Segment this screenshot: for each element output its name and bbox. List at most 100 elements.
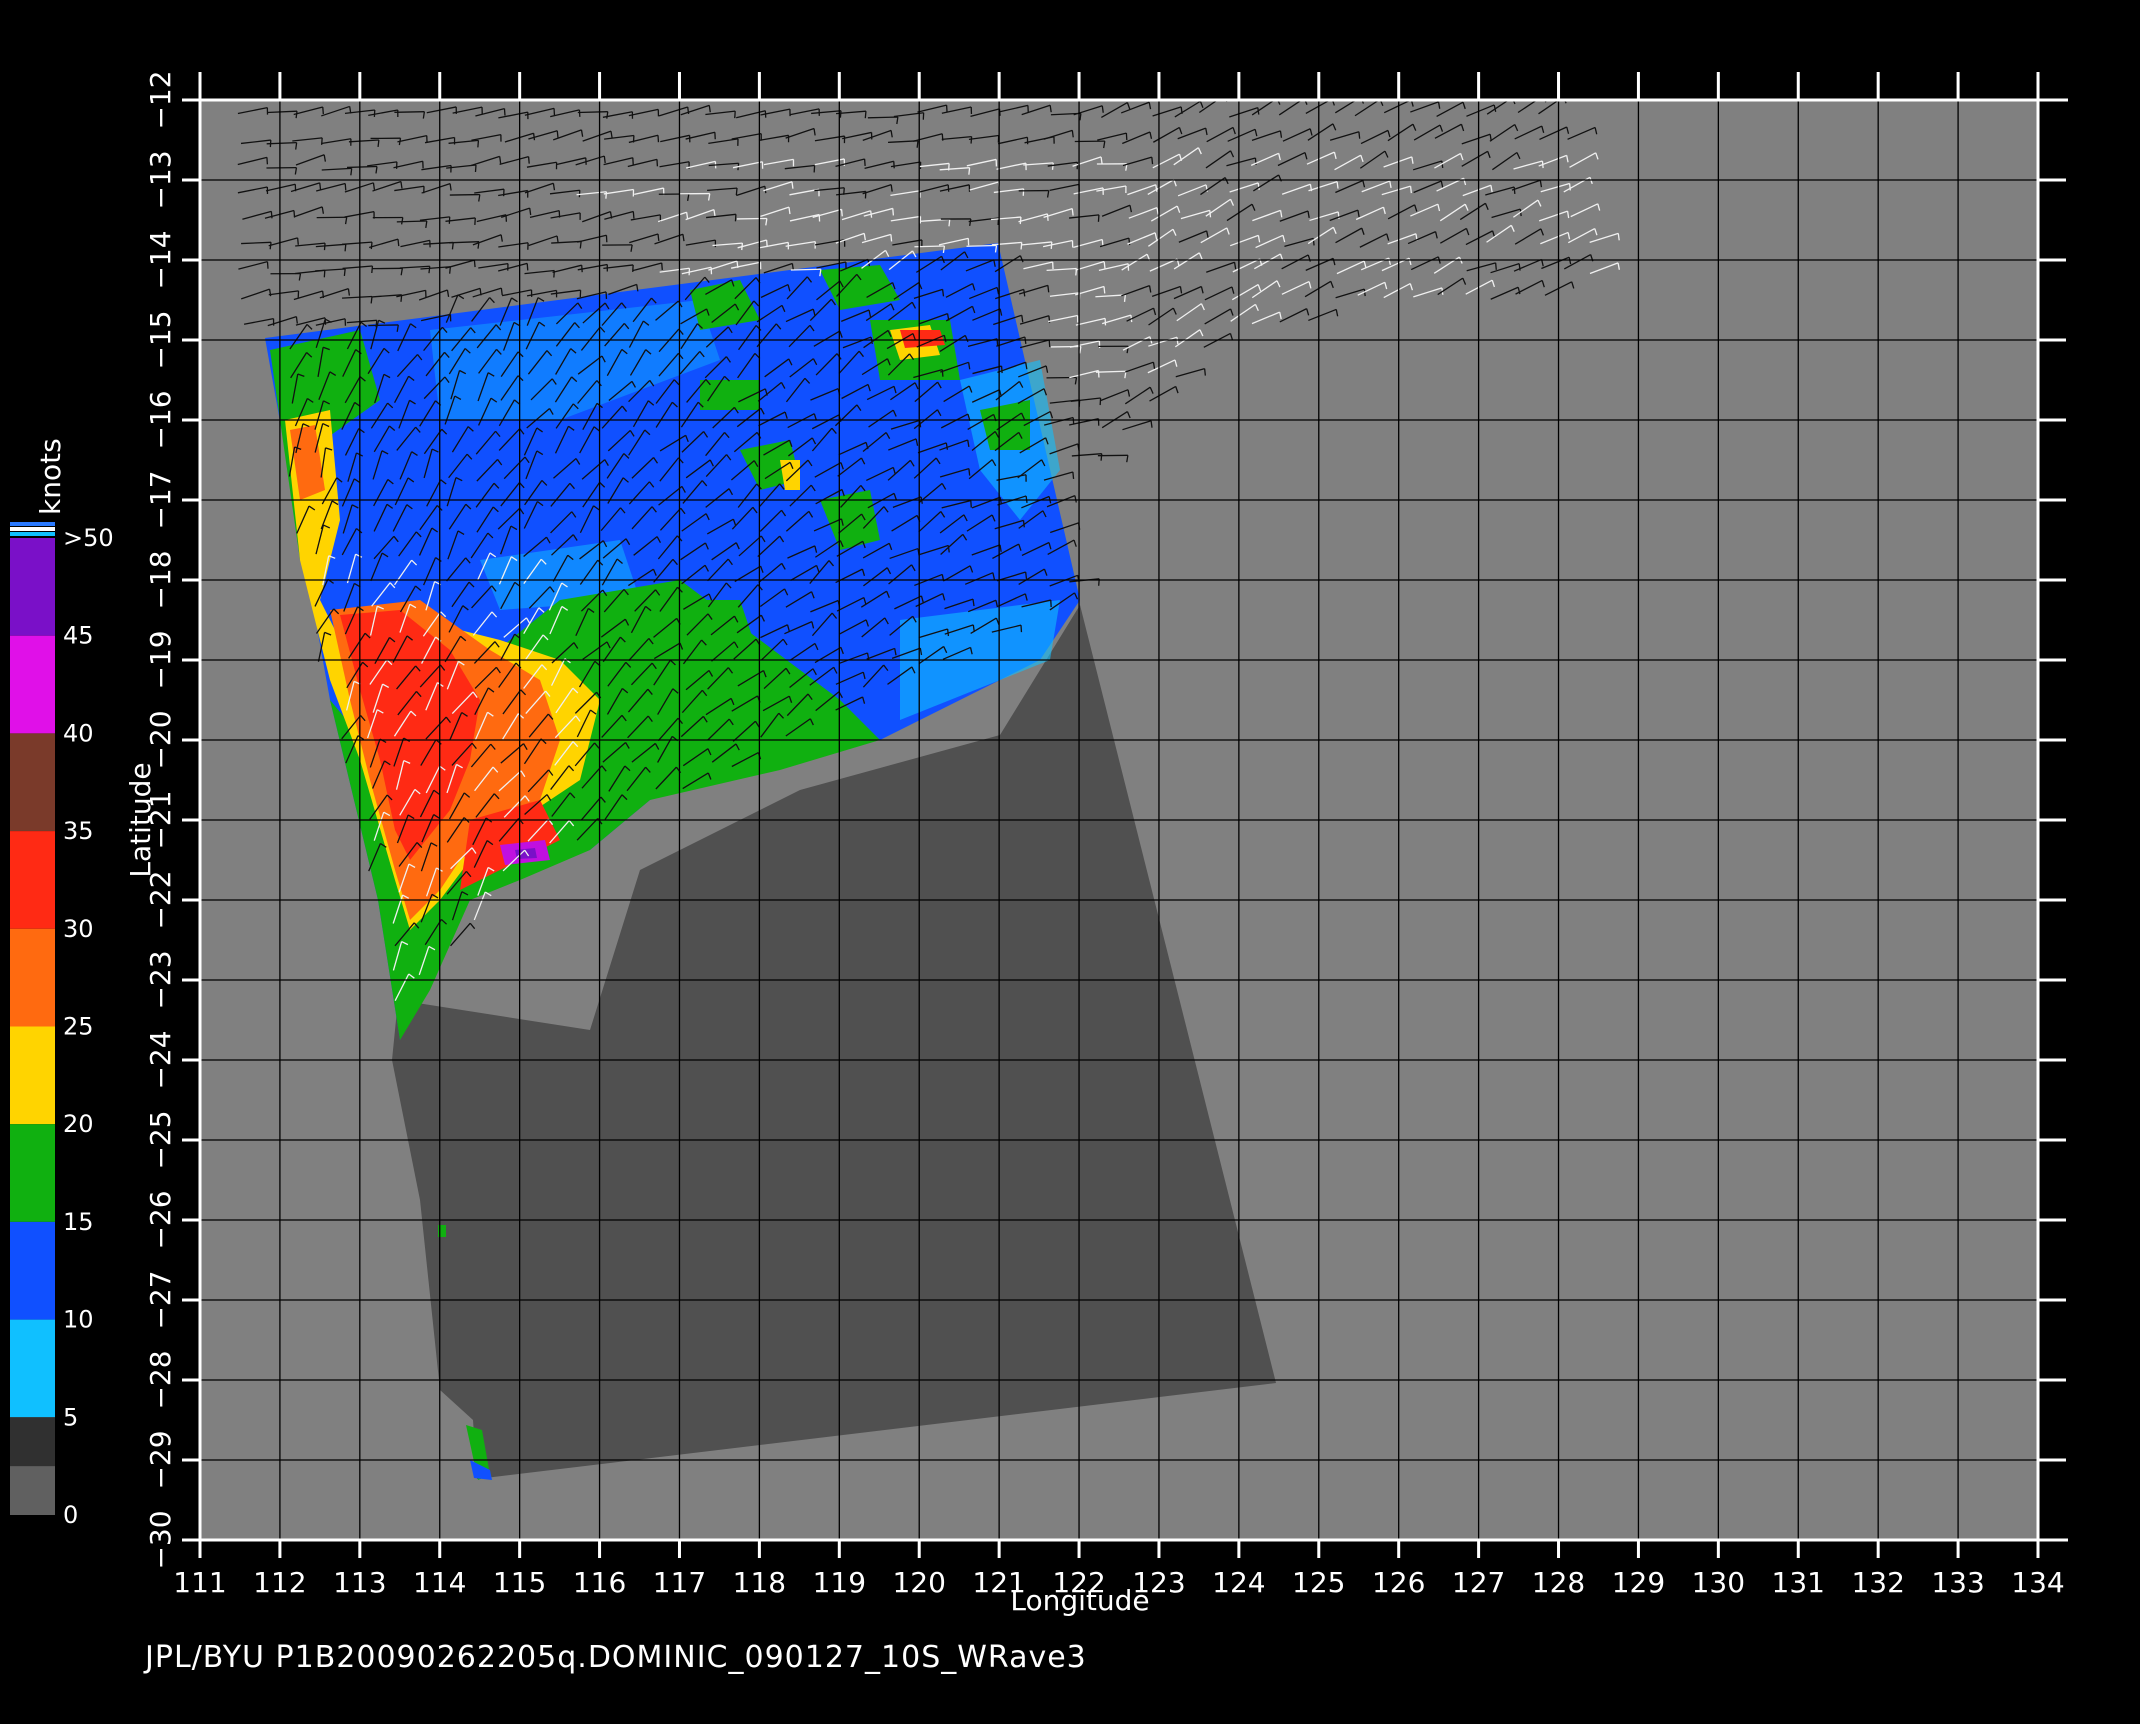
wind-barb-flag (475, 165, 476, 172)
colorbar-tick-label: 15 (63, 1208, 94, 1236)
wind-barb-flag (971, 501, 972, 508)
wind-barb-flag (372, 266, 373, 273)
wind-barb (394, 112, 424, 113)
colorbar-band (10, 733, 55, 831)
colorbar-tick-label: 45 (63, 622, 94, 650)
wind-barb-flag (1080, 113, 1081, 120)
wind-barb-flag (865, 159, 866, 166)
wind-barb (368, 325, 398, 326)
wind-barb-flag (298, 238, 299, 245)
wind-barb-flag (271, 211, 272, 218)
lon-tick-label: 127 (1452, 1566, 1505, 1599)
wind-barb-flag (893, 208, 894, 215)
lon-tick-label: 117 (653, 1566, 706, 1599)
wind-barb-flag (580, 241, 581, 248)
lat-tick-label: −27 (144, 1270, 177, 1329)
wind-barb-flag (296, 317, 297, 324)
lat-tick-label: −13 (144, 150, 177, 209)
wind-barb-flag (1570, 183, 1571, 190)
product-identifier: JPL/BYU P1B20090262205q.DOMINIC_090127_1… (145, 1640, 1087, 1675)
colorbar-tick-label: 5 (63, 1403, 78, 1431)
wind-barb-flag (450, 267, 451, 274)
lon-tick-label: 113 (333, 1566, 386, 1599)
wind-barb-flag (398, 239, 399, 246)
wind-barb-flag (842, 209, 843, 216)
wind-barb-flag (527, 263, 528, 270)
wind-map-canvas: 1111121131141151161171181191201211221231… (0, 0, 2140, 1720)
colorbar-tick-label: 0 (63, 1501, 78, 1529)
lon-tick-label: 128 (1532, 1566, 1585, 1599)
colorbar-band (10, 1027, 55, 1125)
lon-tick-label: 124 (1212, 1566, 1265, 1599)
lon-tick-label: 111 (173, 1566, 226, 1599)
lon-tick-label: 112 (253, 1566, 306, 1599)
lat-tick-label: −19 (144, 630, 177, 689)
colorbar-band (10, 929, 55, 1027)
wind-barb-flag (1026, 572, 1027, 579)
wind-barb-flag (1151, 421, 1152, 428)
lat-tick-label: −22 (144, 870, 177, 929)
colorbar-band (10, 1320, 55, 1418)
wind-barb-flag (969, 168, 970, 175)
colorbar-cap-stripe (10, 532, 55, 536)
colorbar-tick-label: 25 (63, 1013, 94, 1041)
colorbar-cap-stripe (10, 527, 55, 531)
wind-barb-flag (501, 288, 502, 295)
lon-tick-label: 133 (1931, 1566, 1984, 1599)
wind-barb-flag (1073, 472, 1074, 479)
wind-barb-flag (606, 192, 607, 199)
wind-barb-flag (267, 262, 268, 269)
lon-tick-label: 116 (573, 1566, 626, 1599)
lat-tick-label: −29 (144, 1430, 177, 1489)
wind-barb-flag (971, 137, 972, 144)
lat-tick-label: −28 (144, 1350, 177, 1409)
lon-tick-label: 130 (1692, 1566, 1745, 1599)
colorbar-band (10, 1124, 55, 1222)
wind-barb (347, 167, 377, 168)
wind-barb-flag (1021, 242, 1022, 249)
lon-tick-label: 129 (1612, 1566, 1665, 1599)
wind-barb-flag (1053, 163, 1054, 170)
lon-tick-label: 119 (813, 1566, 866, 1599)
wind-barb-flag (500, 156, 501, 163)
wind-barb (868, 117, 898, 118)
wind-barb-flag (633, 211, 634, 218)
wind-barb-flag (736, 188, 737, 195)
lat-tick-label: −23 (144, 950, 177, 1009)
wind-barb-flag (1104, 262, 1105, 269)
wind-barb-flag (865, 111, 866, 118)
wind-barb-flag (1359, 132, 1360, 139)
lat-tick-label: −17 (144, 470, 177, 529)
wind-barb-flag (1049, 340, 1050, 347)
wind-barb-flag (344, 269, 345, 276)
lon-tick-label: 114 (413, 1566, 466, 1599)
wind-barb-flag (320, 183, 321, 190)
wind-barb-flag (452, 242, 453, 249)
colorbar-cap-stripe (10, 522, 55, 526)
wind-barb-flag (378, 140, 379, 147)
colorbar-band (10, 538, 55, 636)
lat-tick-label: −18 (144, 550, 177, 609)
lon-tick-label: 134 (2011, 1566, 2064, 1599)
lat-tick-label: −20 (144, 710, 177, 769)
lon-tick-label: 132 (1851, 1566, 1904, 1599)
colorbar-band (10, 1222, 55, 1320)
y-axis-label: Latitude (124, 762, 157, 877)
wind-barb-flag (474, 260, 475, 267)
wind-barb-flag (1104, 286, 1105, 293)
wind-barb (791, 269, 821, 270)
wind-barb-flag (917, 141, 918, 148)
wind-barb-flag (1047, 214, 1048, 221)
lon-tick-label: 126 (1372, 1566, 1425, 1599)
lon-tick-label: 118 (733, 1566, 786, 1599)
wind-barb-flag (662, 263, 663, 270)
wind-barb-flag (557, 131, 558, 138)
wind-barb-flag (351, 168, 352, 175)
wind-barb-flag (948, 185, 949, 192)
colorbar-band (10, 636, 55, 734)
colorbar-tick-label: 20 (63, 1110, 94, 1138)
lon-tick-label: 115 (493, 1566, 546, 1599)
wind-barb-flag (504, 109, 505, 116)
lat-tick-label: −16 (144, 390, 177, 449)
wind-barb-flag (371, 242, 372, 249)
